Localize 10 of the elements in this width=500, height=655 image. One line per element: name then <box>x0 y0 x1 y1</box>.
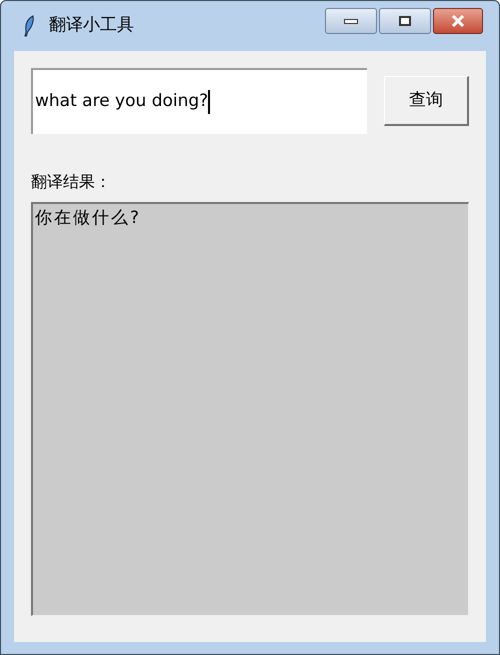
search-button[interactable]: 查询 <box>384 76 469 126</box>
feather-icon <box>23 15 35 37</box>
result-label: 翻译结果： <box>31 171 112 193</box>
minimize-button[interactable] <box>325 8 377 34</box>
query-field[interactable]: what are you doing? <box>31 68 368 134</box>
window-title: 翻译小工具 <box>49 14 134 38</box>
close-button[interactable] <box>433 8 483 34</box>
maximize-button[interactable] <box>379 8 431 34</box>
close-icon <box>451 15 465 27</box>
result-text: 你在做什么? <box>35 208 142 228</box>
